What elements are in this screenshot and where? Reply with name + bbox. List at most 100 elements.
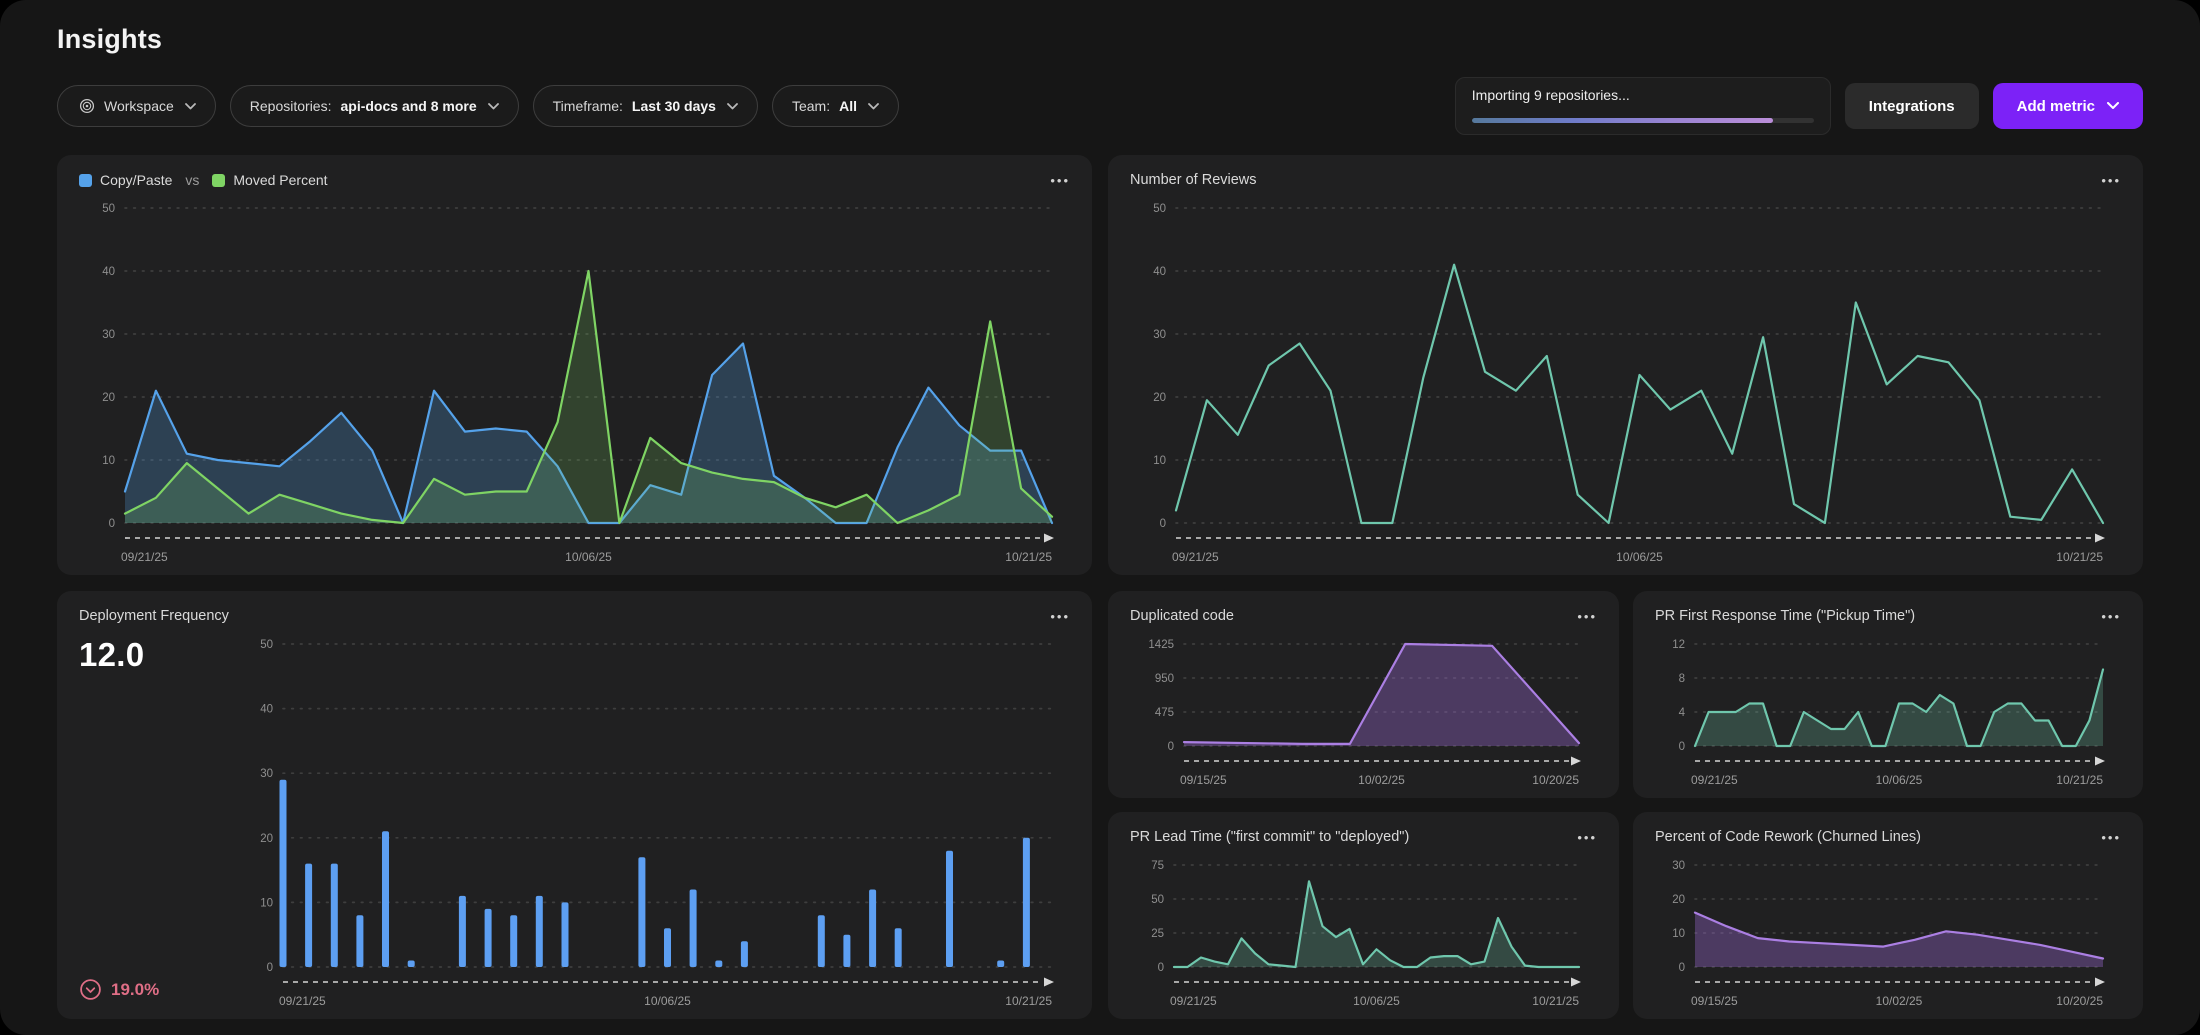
import-progress-fill <box>1472 118 1773 123</box>
dashboard-row-1: Copy/Paste vs Moved Percent ••• 50 40 30 20… <box>57 155 2143 575</box>
svg-text:10: 10 <box>260 897 273 909</box>
svg-text:8: 8 <box>1679 673 1685 685</box>
add-metric-button[interactable]: Add metric <box>1993 83 2143 129</box>
svg-text:40: 40 <box>102 266 115 278</box>
dashboard-grid: Copy/Paste vs Moved Percent ••• 50403020… <box>57 155 2143 1019</box>
integrations-button[interactable]: Integrations <box>1845 83 1979 129</box>
card-title: Deployment Frequency <box>79 608 229 624</box>
svg-text:10/06/25: 10/06/25 <box>565 550 612 561</box>
svg-text:09/21/25: 09/21/25 <box>1691 773 1738 784</box>
timeframe-value: Last 30 days <box>632 98 716 114</box>
card-menu-button[interactable]: ••• <box>2091 172 2121 187</box>
svg-text:09/15/25: 09/15/25 <box>1180 773 1227 784</box>
svg-text:0: 0 <box>1158 962 1164 974</box>
svg-text:0: 0 <box>267 962 273 974</box>
card-menu-button[interactable]: ••• <box>1567 829 1597 844</box>
deployment-frequency-body: 12.0 19.0% 5040302010009/21/2510/06/2 <box>79 634 1070 1005</box>
chevron-down-icon <box>2107 102 2119 110</box>
card-header: PR Lead Time ("first commit" to "deploye… <box>1130 829 1597 855</box>
arrow-down-circle-icon <box>79 978 102 1001</box>
duplicated-code-card: Duplicated code ••• 1425950475009/15/251… <box>1108 591 1619 798</box>
deployment-frequency-card: Deployment Frequency ••• 12.0 <box>57 591 1092 1019</box>
pr-lead-time-chart: 755025009/21/2510/06/2510/21/25 <box>1130 855 1597 1005</box>
card-header: PR First Response Time ("Pickup Time") •… <box>1655 608 2121 634</box>
top-bar: Insights <box>0 0 2200 55</box>
svg-text:12: 12 <box>1672 639 1685 651</box>
timeframe-label: Timeframe: <box>553 98 623 114</box>
svg-text:10/20/25: 10/20/25 <box>2056 994 2103 1005</box>
svg-text:0: 0 <box>1160 518 1166 530</box>
workspace-icon <box>79 98 95 114</box>
svg-text:950: 950 <box>1155 673 1174 685</box>
svg-text:10/06/25: 10/06/25 <box>1616 550 1663 561</box>
number-of-reviews-card: Number of Reviews ••• 5040302010009/21/2… <box>1108 155 2143 575</box>
legend-label-copy-paste: Copy/Paste <box>100 172 172 188</box>
svg-text:30: 30 <box>1153 329 1166 341</box>
svg-text:1425: 1425 <box>1148 639 1174 651</box>
svg-text:25: 25 <box>1151 928 1164 940</box>
number-of-reviews-chart: 5040302010009/21/2510/06/2510/21/25 <box>1130 198 2121 561</box>
card-menu-button[interactable]: ••• <box>2091 829 2121 844</box>
team-filter[interactable]: Team: All <box>772 85 899 127</box>
svg-text:10/02/25: 10/02/25 <box>1358 773 1405 784</box>
svg-text:20: 20 <box>1153 392 1166 404</box>
card-title: PR First Response Time ("Pickup Time") <box>1655 608 1915 624</box>
svg-text:50: 50 <box>260 639 273 651</box>
svg-text:09/21/25: 09/21/25 <box>1172 550 1219 561</box>
card-header: Copy/Paste vs Moved Percent ••• <box>79 172 1070 198</box>
svg-text:09/15/25: 09/15/25 <box>1691 994 1738 1005</box>
percent-code-rework-chart: 30 20 10 0 09/15/25 10/02/25 10/20/25 <box>1655 855 2121 1005</box>
card-menu-button[interactable]: ••• <box>1040 608 1070 623</box>
card-menu-button[interactable]: ••• <box>1040 172 1070 187</box>
trend-badge: 19.0% <box>79 978 237 1001</box>
legend-swatch-green <box>212 174 225 187</box>
svg-text:0: 0 <box>109 518 115 530</box>
svg-text:20: 20 <box>1672 894 1685 906</box>
repositories-filter[interactable]: Repositories: api-docs and 8 more <box>230 85 519 127</box>
svg-text:20: 20 <box>260 833 273 845</box>
dashboard-row-2: Deployment Frequency ••• 12.0 <box>57 591 2143 1019</box>
pr-first-response-time-card: PR First Response Time ("Pickup Time") •… <box>1633 591 2143 798</box>
workspace-filter[interactable]: Workspace <box>57 85 216 127</box>
import-progress-card[interactable]: Importing 9 repositories... <box>1455 77 1831 135</box>
svg-text:10/06/25: 10/06/25 <box>1876 773 1923 784</box>
deployment-frequency-chart: 5040302010009/21/2510/06/2510/21/25 <box>237 634 1070 1005</box>
legend-swatch-blue <box>79 174 92 187</box>
svg-text:10/21/25: 10/21/25 <box>1005 550 1052 561</box>
card-menu-button[interactable]: ••• <box>2091 608 2121 623</box>
svg-text:30: 30 <box>260 768 273 780</box>
svg-text:10/21/25: 10/21/25 <box>1532 994 1579 1005</box>
timeframe-filter[interactable]: Timeframe: Last 30 days <box>533 85 758 127</box>
svg-text:475: 475 <box>1155 707 1174 719</box>
svg-text:10/06/25: 10/06/25 <box>1353 994 1400 1005</box>
team-value: All <box>839 98 857 114</box>
repositories-label: Repositories: <box>250 98 332 114</box>
copy-paste-vs-moved-chart: 5040302010009/21/2510/06/2510/21/25 <box>79 198 1070 561</box>
filter-toolbar: Workspace Repositories: api-docs and 8 m… <box>0 77 2200 135</box>
svg-text:09/21/25: 09/21/25 <box>1170 994 1217 1005</box>
deployment-frequency-value: 12.0 <box>79 636 237 674</box>
svg-text:09/21/25: 09/21/25 <box>121 550 168 561</box>
svg-text:10: 10 <box>1672 928 1685 940</box>
duplicated-code-chart: 1425950475009/15/2510/02/2510/20/25 <box>1130 634 1597 784</box>
legend-label-moved-percent: Moved Percent <box>233 172 327 188</box>
chevron-down-icon <box>488 103 499 110</box>
percent-code-rework-card: Percent of Code Rework (Churned Lines) •… <box>1633 812 2143 1019</box>
svg-text:40: 40 <box>260 704 273 716</box>
chevron-down-icon <box>185 103 196 110</box>
card-title: Number of Reviews <box>1130 172 1257 188</box>
svg-text:4: 4 <box>1679 707 1686 719</box>
import-status-text: Importing 9 repositories... <box>1472 87 1814 103</box>
svg-text:10/21/25: 10/21/25 <box>1005 994 1052 1005</box>
filter-pills: Workspace Repositories: api-docs and 8 m… <box>57 85 1441 127</box>
card-menu-button[interactable]: ••• <box>1567 608 1597 623</box>
svg-text:0: 0 <box>1679 741 1685 753</box>
svg-text:0: 0 <box>1679 962 1685 974</box>
svg-text:50: 50 <box>1153 203 1166 215</box>
svg-text:10/20/25: 10/20/25 <box>1532 773 1579 784</box>
svg-text:10: 10 <box>102 455 115 467</box>
svg-text:30: 30 <box>1672 860 1685 872</box>
svg-text:10/02/25: 10/02/25 <box>1876 994 1923 1005</box>
card-title: PR Lead Time ("first commit" to "deploye… <box>1130 829 1409 845</box>
card-header: Deployment Frequency ••• <box>79 608 1070 634</box>
